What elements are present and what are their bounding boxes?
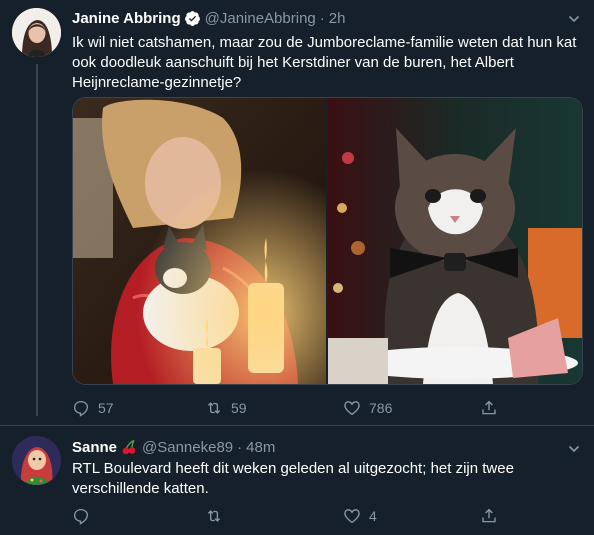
like-count: 786	[369, 400, 393, 416]
tweet-actions: 57 59 786	[72, 399, 512, 419]
avatar[interactable]	[12, 436, 61, 485]
tweet-janine[interactable]: Janine Abbring @JanineAbbring · 2h Ik wi…	[0, 0, 594, 426]
share-icon	[480, 399, 506, 417]
like-count: 4	[369, 508, 377, 524]
cherry-emoji-icon	[121, 439, 137, 455]
separator-dot: ·	[237, 438, 243, 456]
timestamp[interactable]: 48m	[246, 439, 275, 456]
media-photo-right[interactable]	[328, 98, 582, 384]
author-name[interactable]: Sanne	[72, 439, 117, 456]
tweet-sanne[interactable]: Sanne @Sanneke89 · 48m RTL Boulevard hee…	[0, 426, 594, 535]
media-photo-left[interactable]	[73, 98, 326, 384]
author-name[interactable]: Janine Abbring	[72, 10, 181, 27]
heart-icon	[343, 399, 369, 417]
share-icon	[480, 507, 506, 525]
author-handle[interactable]: @JanineAbbring	[205, 10, 316, 27]
avatar[interactable]	[12, 8, 61, 57]
tweet-text-line: ook doodleuk aanschuift bij het Kerstdin…	[72, 54, 514, 71]
thread-line	[36, 64, 38, 416]
tweet-text-line: RTL Boulevard heeft dit weken geleden al…	[72, 460, 514, 477]
like-button[interactable]: 4	[343, 507, 377, 525]
chevron-down-icon[interactable]	[568, 442, 580, 453]
reply-button[interactable]: 57	[72, 399, 114, 417]
tweet-text: Ik wil niet catshamen, maar zou de Jumbo…	[72, 33, 582, 93]
timestamp[interactable]: 2h	[329, 10, 346, 27]
avatar-illustration-image	[12, 436, 61, 485]
like-button[interactable]: 786	[343, 399, 392, 417]
reply-icon	[72, 507, 98, 525]
tweet-text-line: verschillende katten.	[72, 480, 209, 497]
verified-badge-icon	[184, 10, 201, 27]
avatar-portrait-image	[12, 8, 61, 57]
heart-icon	[343, 507, 369, 525]
retweet-icon	[205, 507, 231, 525]
tweet-media[interactable]	[72, 97, 583, 385]
share-button[interactable]	[480, 399, 506, 417]
retweet-count: 59	[231, 400, 247, 416]
share-button[interactable]	[480, 507, 506, 525]
tweet-text: RTL Boulevard heeft dit weken geleden al…	[72, 459, 582, 499]
chevron-down-icon[interactable]	[568, 12, 580, 23]
separator-dot: ·	[319, 9, 325, 27]
reply-icon	[72, 399, 98, 417]
retweet-button[interactable]	[205, 507, 231, 525]
tweet-text-line: Ik wil niet catshamen, maar zou de Jumbo…	[72, 34, 577, 51]
reply-button[interactable]	[72, 507, 98, 525]
retweet-button[interactable]: 59	[205, 399, 247, 417]
author-handle[interactable]: @Sanneke89	[142, 439, 233, 456]
retweet-icon	[205, 399, 231, 417]
tweet-text-line: Heijnreclame-gezinnetje?	[72, 74, 242, 91]
reply-count: 57	[98, 400, 114, 416]
tweet-actions: 4	[72, 507, 512, 527]
